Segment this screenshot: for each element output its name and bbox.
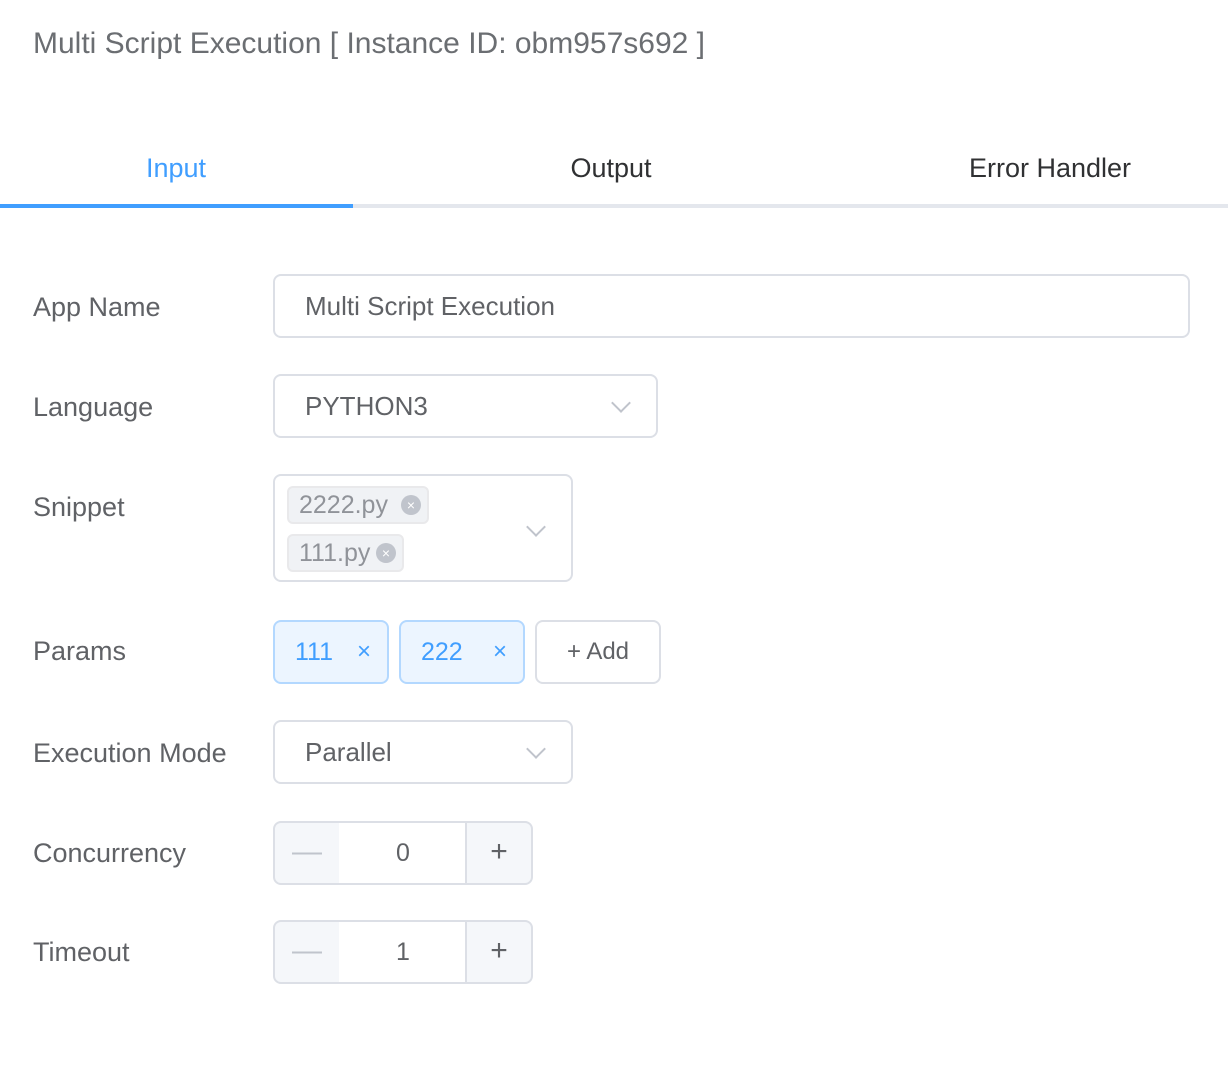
page: Multi Script Execution [ Instance ID: ob… <box>0 0 1228 1086</box>
active-tab-indicator <box>0 204 353 208</box>
tab-error-handler[interactable]: Error Handler <box>880 148 1220 188</box>
close-icon[interactable]: × <box>493 622 507 682</box>
chevron-down-icon <box>526 517 546 537</box>
snippet-tag-label: 111.py <box>299 539 371 567</box>
concurrency-label: Concurrency <box>33 838 187 868</box>
add-param-button[interactable]: + Add <box>535 620 661 684</box>
execution-mode-select[interactable]: Parallel <box>273 720 573 784</box>
param-tag: 222 × <box>399 620 525 684</box>
language-selected-value: PYTHON3 <box>305 391 428 421</box>
snippet-label: Snippet <box>33 492 125 522</box>
decrement-button[interactable]: — <box>273 920 341 984</box>
chevron-down-icon <box>611 393 631 413</box>
concurrency-input[interactable]: 0 <box>339 821 467 885</box>
increment-button[interactable]: + <box>465 920 533 984</box>
params-label: Params <box>33 636 127 666</box>
tab-input[interactable]: Input <box>0 148 352 188</box>
param-tag-label: 222 <box>421 638 463 666</box>
param-tag-label: 111 <box>295 638 334 666</box>
increment-button[interactable]: + <box>465 821 533 885</box>
execution-mode-label: Execution Mode <box>33 738 227 768</box>
param-tag: 111 × <box>273 620 389 684</box>
decrement-button[interactable]: — <box>273 821 341 885</box>
close-circle-icon[interactable]: × <box>401 495 421 515</box>
timeout-input[interactable]: 1 <box>339 920 467 984</box>
timeout-label: Timeout <box>33 937 130 967</box>
tab-bar: Input Output Error Handler <box>0 128 1228 208</box>
concurrency-stepper: — 0 + <box>273 821 533 885</box>
tab-output[interactable]: Output <box>432 148 790 188</box>
snippet-tag-label: 2222.py <box>299 491 388 519</box>
chevron-down-icon <box>526 739 546 759</box>
snippet-tag: 111.py × <box>287 534 404 572</box>
close-circle-icon[interactable]: × <box>376 543 396 563</box>
app-name-input[interactable]: Multi Script Execution <box>273 274 1190 338</box>
language-select[interactable]: PYTHON3 <box>273 374 658 438</box>
snippet-tag: 2222.py × <box>287 486 429 524</box>
execution-mode-selected-value: Parallel <box>305 737 392 767</box>
language-label: Language <box>33 392 154 422</box>
app-name-label: App Name <box>33 292 161 322</box>
page-title: Multi Script Execution [ Instance ID: ob… <box>33 27 705 60</box>
close-icon[interactable]: × <box>357 622 371 682</box>
snippet-multiselect[interactable]: 2222.py × 111.py × <box>273 474 573 582</box>
timeout-stepper: — 1 + <box>273 920 533 984</box>
